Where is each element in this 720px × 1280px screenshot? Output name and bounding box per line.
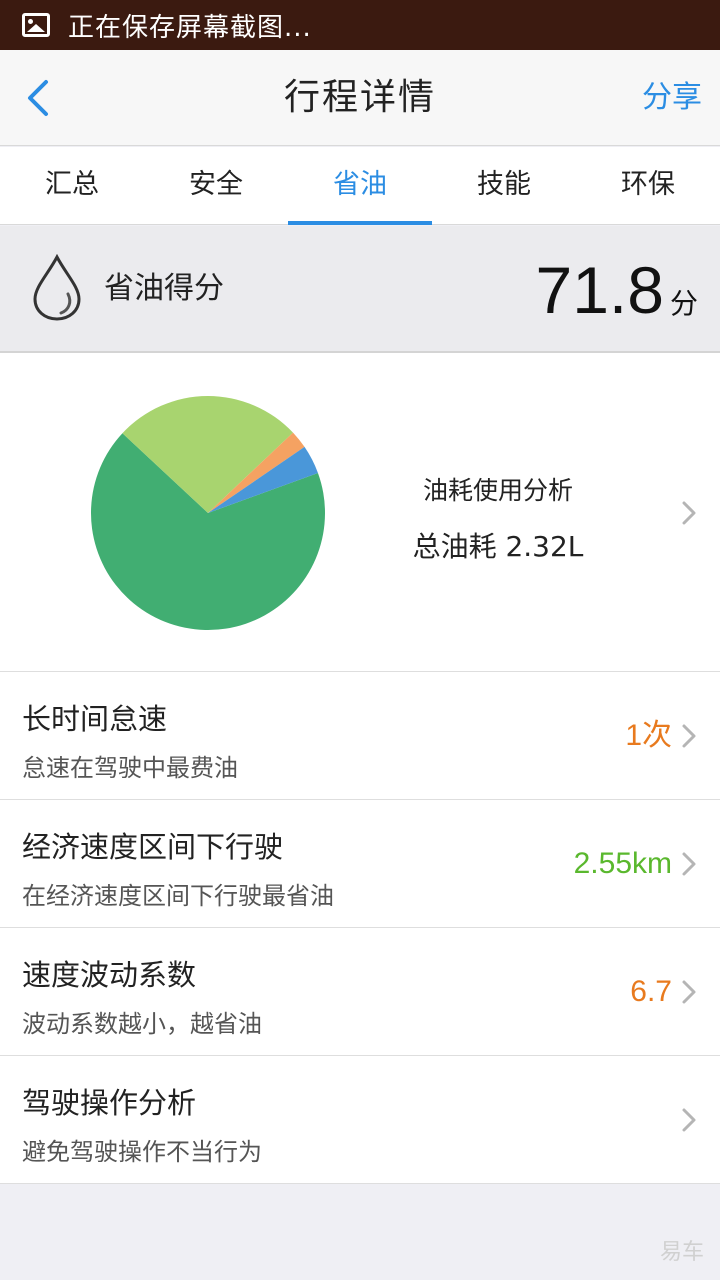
row-value: 6.7: [630, 975, 672, 1008]
water-drop-icon: [33, 254, 81, 321]
row-subtitle: 波动系数越小，越省油: [22, 1010, 262, 1038]
status-text: 正在保存屏幕截图...: [68, 12, 312, 43]
list-item-speed-fluctuation[interactable]: 速度波动系数 波动系数越小，越省油 6.7: [0, 928, 720, 1056]
chevron-right-icon: [682, 501, 696, 525]
row-title: 速度波动系数: [22, 958, 197, 992]
tab-bar: 汇总 安全 省油 技能 环保: [0, 147, 720, 225]
tab-skill[interactable]: 技能: [432, 147, 576, 224]
row-title: 长时间怠速: [22, 702, 168, 736]
tab-eco[interactable]: 环保: [576, 147, 720, 224]
fuel-score-value: 71.8: [535, 253, 664, 327]
fuel-usage-text: 油耗使用分析 总油耗 2.32L: [398, 471, 598, 565]
list-item-long-idle[interactable]: 长时间怠速 怠速在驾驶中最费油 1次: [0, 672, 720, 800]
row-title: 驾驶操作分析: [22, 1086, 197, 1120]
fuel-pie-chart: [91, 395, 326, 630]
status-bar: 正在保存屏幕截图...: [0, 0, 720, 50]
chevron-right-icon: [682, 852, 696, 876]
fuel-total: 总油耗 2.32L: [412, 530, 584, 563]
fuel-score-label: 省油得分: [104, 271, 224, 306]
fuel-score: 71.8 分: [536, 252, 698, 328]
tab-safety[interactable]: 安全: [144, 147, 288, 224]
fuel-usage-title: 油耗使用分析: [422, 476, 573, 505]
chevron-right-icon: [682, 724, 696, 748]
list-item-economic-speed[interactable]: 经济速度区间下行驶 在经济速度区间下行驶最省油 2.55km: [0, 800, 720, 928]
row-subtitle: 在经济速度区间下行驶最省油: [22, 882, 334, 910]
fuel-usage-row[interactable]: 油耗使用分析 总油耗 2.32L: [0, 353, 720, 672]
row-subtitle: 怠速在驾驶中最费油: [22, 754, 238, 782]
row-value: 1次: [625, 719, 672, 752]
fuel-score-panel: 省油得分 71.8 分: [0, 226, 720, 352]
nav-bar: 行程详情 分享: [0, 50, 720, 146]
row-value: 2.55km: [573, 847, 672, 880]
row-title: 经济速度区间下行驶: [22, 830, 284, 864]
image-icon: [22, 13, 50, 37]
page-title: 行程详情: [283, 77, 436, 118]
watermark-logo: 易车: [659, 1240, 704, 1265]
list-item-driving-operation[interactable]: 驾驶操作分析 避免驾驶操作不当行为: [0, 1056, 720, 1184]
fuel-score-unit: 分: [669, 287, 698, 320]
tab-summary[interactable]: 汇总: [0, 147, 144, 224]
row-subtitle: 避免驾驶操作不当行为: [22, 1138, 262, 1166]
chevron-right-icon: [682, 980, 696, 1004]
chevron-right-icon: [682, 1108, 696, 1132]
fuel-analysis-card: 油耗使用分析 总油耗 2.32L 长时间怠速 怠速在驾驶中最费油 1次 经济速度…: [0, 352, 720, 1184]
share-button[interactable]: 分享: [642, 50, 702, 146]
tab-fuel-saving[interactable]: 省油: [288, 147, 432, 225]
